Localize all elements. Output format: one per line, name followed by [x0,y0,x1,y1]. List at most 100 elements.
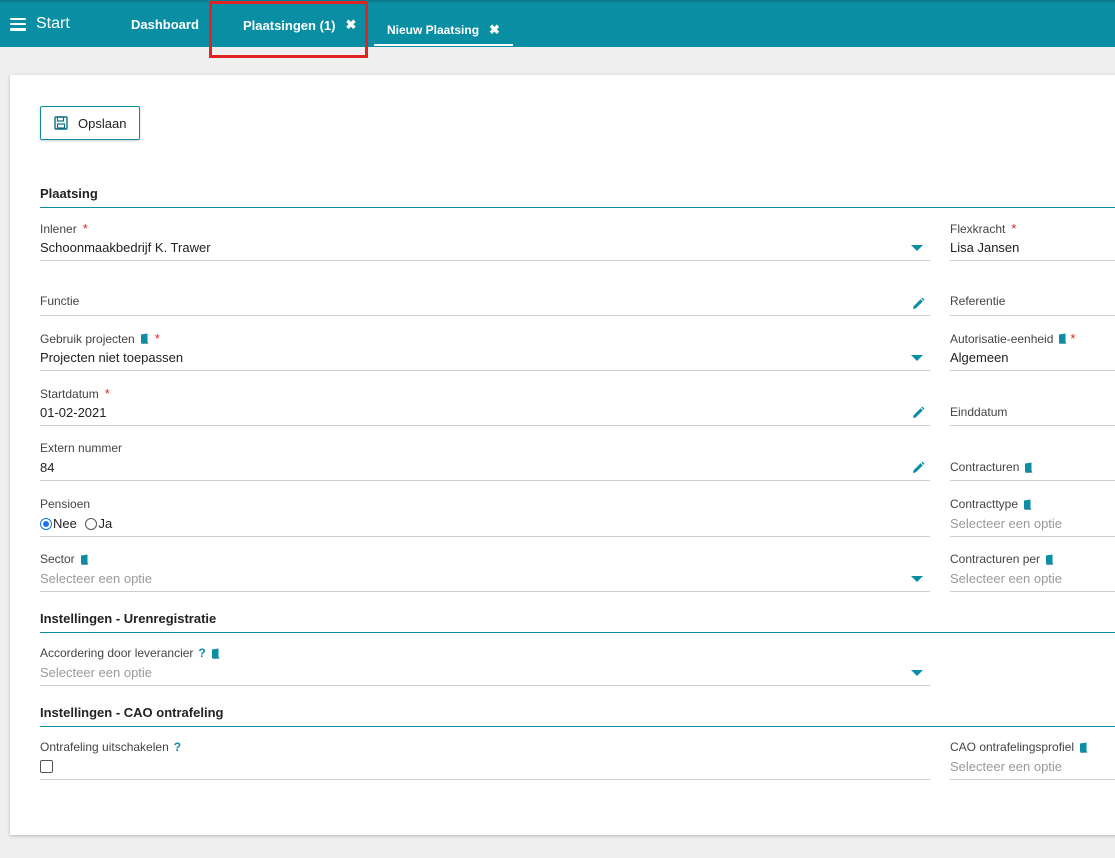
section-title-plaatsing: Plaatsing [40,186,98,201]
cao-ontrafelingsprofiel-placeholder: Selecteer een optie [950,759,1063,774]
dropdown-caret-icon[interactable] [911,576,923,582]
save-button-label: Opslaan [78,115,127,131]
flexkracht-label: Flexkracht [950,221,1006,236]
field-underline [950,536,1115,537]
radio-ja[interactable] [85,517,98,530]
contracttype-field[interactable]: Contracttype Selecteer een optie [950,497,1115,537]
required-mark: * [104,386,110,401]
section-divider [40,632,1115,633]
field-underline [950,370,1115,371]
field-underline [40,425,930,426]
required-mark: * [1070,331,1076,346]
dropdown-caret-icon[interactable] [911,355,923,361]
save-button[interactable]: Opslaan [40,106,140,140]
form-card: Opslaan Plaatsing Inlener * Schoonmaakbed… [10,75,1115,835]
referentie-label: Referentie [950,294,1006,308]
book-icon [1025,462,1033,473]
pencil-icon[interactable] [911,297,925,311]
autorisatie-eenheid-field[interactable]: Autorisatie-eenheid * Algemeen [950,331,1115,371]
autorisatie-eenheid-value: Algemeen [950,350,1009,365]
accordering-label: Accordering door leverancier [40,646,194,660]
dropdown-caret-icon[interactable] [911,670,923,676]
floppy-disk-icon [54,116,68,130]
pensioen-label: Pensioen [40,497,91,511]
radio-ja-label[interactable]: Ja [98,516,112,531]
inlener-field[interactable]: Inlener * Schoonmaakbedrijf K. Trawer [40,221,930,261]
startdatum-label: Startdatum [40,386,99,401]
field-underline [950,779,1115,780]
dropdown-caret-icon[interactable] [911,245,923,251]
book-icon [1024,499,1032,510]
book-icon [1059,333,1067,344]
referentie-field[interactable]: Referentie [950,293,1115,316]
ontrafeling-checkbox[interactable] [40,760,53,773]
field-underline [950,260,1115,261]
help-icon[interactable]: ? [198,646,205,660]
sector-field[interactable]: Sector Selecteer een optie [40,552,930,592]
tab-nieuw-plaatsing-label: Nieuw Plaatsing [387,23,480,37]
section-title-cao: Instellingen - CAO ontrafeling [40,705,224,720]
einddatum-label: Einddatum [950,405,1008,419]
startdatum-field[interactable]: Startdatum * 01-02-2021 [40,386,930,426]
pensioen-radio-group: Nee Ja [40,515,117,531]
cao-ontrafelingsprofiel-label: CAO ontrafelingsprofiel [950,740,1075,754]
tab-nieuw-plaatsing[interactable]: Nieuw Plaatsing ✖ [374,16,513,46]
ontrafeling-label: Ontrafeling uitschakelen [40,740,169,754]
field-underline [40,685,930,686]
contracturen-per-field[interactable]: Contracturen per Selecteer een optie [950,552,1115,592]
contracturen-label: Contracturen [950,460,1020,474]
cao-ontrafelingsprofiel-field[interactable]: CAO ontrafelingsprofiel Selecteer een op… [950,740,1115,780]
gebruik-projecten-value: Projecten niet toepassen [40,350,184,365]
start-menu-button[interactable]: Start [10,12,70,36]
required-mark: * [1011,221,1017,236]
book-icon [1046,554,1054,565]
close-icon[interactable]: ✖ [345,17,356,33]
pencil-icon[interactable] [911,461,925,475]
radio-nee-label[interactable]: Nee [53,516,77,531]
tab-plaatsingen-label: Plaatsingen (1) [243,17,336,33]
top-border [0,0,1115,2]
radio-nee[interactable] [40,517,52,530]
contracturen-per-label: Contracturen per [950,552,1041,566]
field-underline [950,591,1115,592]
tab-dashboard[interactable]: Dashboard [131,17,199,32]
extern-nummer-value: 84 [40,460,55,475]
accordering-placeholder: Selecteer een optie [40,665,153,680]
field-underline [40,779,930,780]
field-underline [40,480,930,481]
flexkracht-value: Lisa Jansen [950,240,1020,255]
accordering-field[interactable]: Accordering door leverancier ? Selecteer… [40,646,930,686]
pencil-icon[interactable] [911,406,925,420]
contracttype-placeholder: Selecteer een optie [950,516,1063,531]
field-underline [40,591,930,592]
startdatum-value: 01-02-2021 [40,405,107,420]
tab-plaatsingen[interactable]: Plaatsingen (1) ✖ [243,17,356,33]
sector-label: Sector [40,552,75,566]
extern-nummer-field[interactable]: Extern nummer 84 [40,441,930,481]
top-navigation-bar: Start Dashboard Plaatsingen (1) ✖ Nieuw … [0,0,1115,47]
required-mark: * [82,221,88,236]
field-underline [40,260,930,261]
help-icon[interactable]: ? [174,740,181,754]
hamburger-icon[interactable] [10,17,26,31]
tab-dashboard-label: Dashboard [131,17,199,32]
functie-label: Functie [40,294,80,308]
ontrafeling-field: Ontrafeling uitschakelen ? [40,740,930,780]
book-icon [80,554,89,565]
field-underline [40,370,930,371]
pensioen-field: Pensioen Nee Ja [40,497,930,537]
contracturen-field[interactable]: Contracturen [950,459,1115,481]
field-underline [40,536,930,537]
flexkracht-field[interactable]: Flexkracht * Lisa Jansen [950,221,1115,261]
gebruik-projecten-field[interactable]: Gebruik projecten * Projecten niet toepa… [40,331,930,371]
field-underline [950,480,1115,481]
section-title-urenregistratie: Instellingen - Urenregistratie [40,611,217,626]
field-underline [950,315,1115,316]
inlener-value: Schoonmaakbedrijf K. Trawer [40,240,211,255]
close-icon[interactable]: ✖ [489,22,500,38]
contracttype-label: Contracttype [950,497,1019,511]
einddatum-field[interactable]: Einddatum [950,404,1115,426]
functie-field[interactable]: Functie [40,293,930,316]
section-divider [40,207,1115,208]
field-underline [40,315,930,316]
